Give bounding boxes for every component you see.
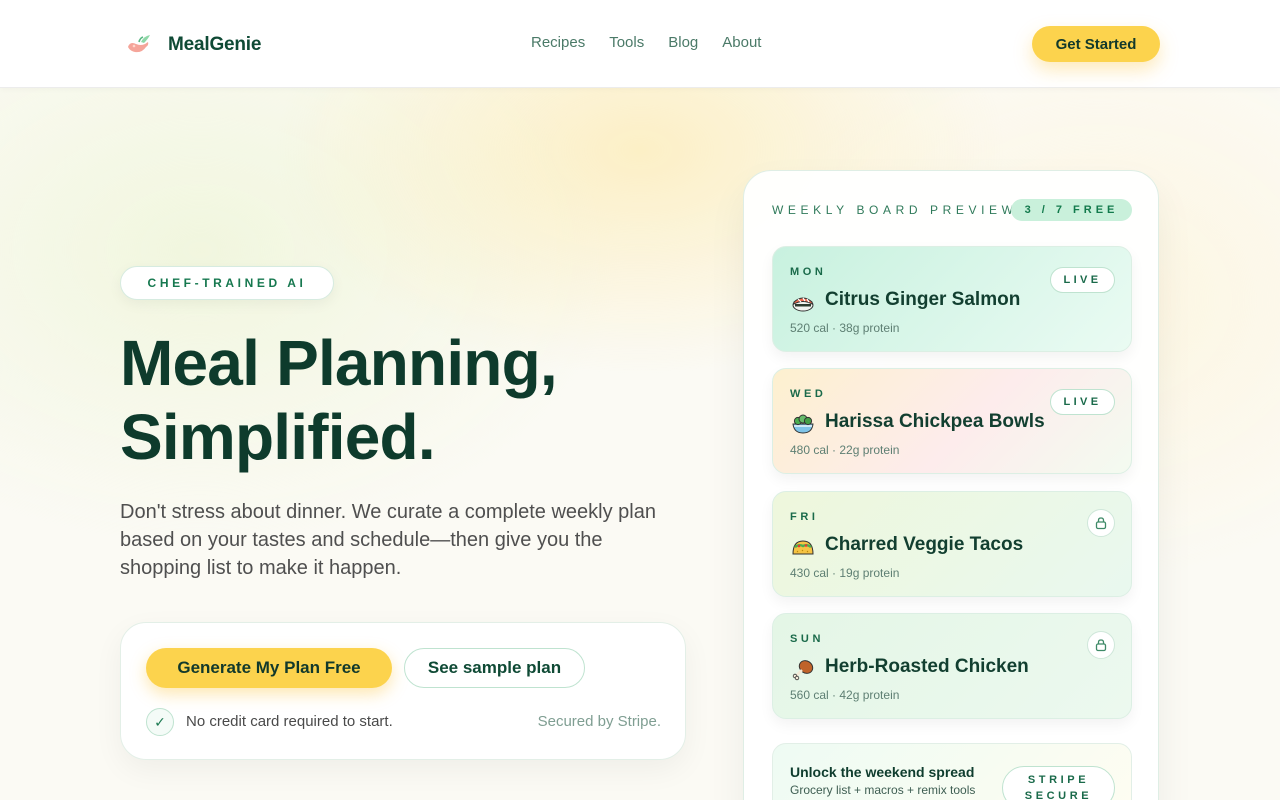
meal-name: Herb-Roasted Chicken xyxy=(825,656,1029,677)
day-card-fri[interactable]: FRI Charred Veggie Tacos 430 cal · 19g p… xyxy=(772,491,1132,597)
nav-recipes[interactable]: Recipes xyxy=(531,34,585,51)
meal-stats: 520 cal · 38g protein xyxy=(790,321,900,335)
day-label: WED xyxy=(790,388,827,400)
meal-name: Citrus Ginger Salmon xyxy=(825,289,1021,310)
no-credit-card-note: No credit card required to start. xyxy=(186,713,393,730)
title-line-2: Simplified. xyxy=(120,401,436,473)
unlock-subtitle: Grocery list + macros + remix tools xyxy=(790,783,976,797)
see-sample-plan-button[interactable]: See sample plan xyxy=(404,648,585,688)
genie-lamp-icon xyxy=(128,35,150,53)
brand-name: MealGenie xyxy=(168,34,262,55)
meal-stats: 480 cal · 22g protein xyxy=(790,443,900,457)
meal-stats: 430 cal · 19g protein xyxy=(790,566,900,580)
day-card-sun[interactable]: SUN Herb-Roasted Chicken 560 cal · 42g p… xyxy=(772,613,1132,719)
nav-tools[interactable]: Tools xyxy=(609,34,644,51)
unlock-weekend-card[interactable]: Unlock the weekend spread Grocery list +… xyxy=(772,743,1132,800)
top-header: MealGenie Recipes Tools Blog About Get S… xyxy=(0,0,1280,88)
main-nav: Recipes Tools Blog About xyxy=(531,34,761,51)
day-card-wed[interactable]: WED Harissa Chickpea Bowls 480 cal · 22g… xyxy=(772,368,1132,474)
title-line-1: Meal Planning, xyxy=(120,327,558,399)
meal-name: Charred Veggie Tacos xyxy=(825,534,1024,555)
chef-trained-badge: CHEF-TRAINED AI xyxy=(120,266,334,300)
check-icon: ✓ xyxy=(146,708,174,736)
board-title: WEEKLY BOARD PREVIEW xyxy=(772,203,1018,217)
unlock-title: Unlock the weekend spread xyxy=(790,764,975,780)
salad-bowl-icon xyxy=(790,411,816,437)
lock-icon[interactable] xyxy=(1087,631,1115,659)
cta-card: Generate My Plan Free See sample plan ✓ … xyxy=(120,622,686,760)
hero-subtitle: Don't stress about dinner. We curate a c… xyxy=(120,501,656,579)
day-card-mon[interactable]: MON Citrus Ginger Salmon 520 cal · 38g p… xyxy=(772,246,1132,352)
day-label: SUN xyxy=(790,633,825,645)
nav-about[interactable]: About xyxy=(722,34,761,51)
day-label: MON xyxy=(790,266,827,278)
page-title: Meal Planning, Simplified. xyxy=(120,326,680,474)
generate-plan-button[interactable]: Generate My Plan Free xyxy=(146,648,392,688)
secured-by-stripe: Secured by Stripe. xyxy=(537,713,661,730)
get-started-button[interactable]: Get Started xyxy=(1032,26,1160,62)
weekly-board-preview: WEEKLY BOARD PREVIEW 3 / 7 FREE MON Citr… xyxy=(743,170,1159,800)
nav-blog[interactable]: Blog xyxy=(668,34,698,51)
brand-logo[interactable]: MealGenie xyxy=(124,30,261,60)
live-badge: LIVE xyxy=(1050,389,1115,415)
live-badge: LIVE xyxy=(1050,267,1115,293)
meal-name: Harissa Chickpea Bowls xyxy=(825,411,1045,432)
free-count-badge: 3 / 7 FREE xyxy=(1011,199,1132,221)
sushi-icon xyxy=(790,289,816,315)
day-label: FRI xyxy=(790,511,819,523)
meal-stats: 560 cal · 42g protein xyxy=(790,688,900,702)
drumstick-icon xyxy=(790,656,816,682)
taco-icon xyxy=(790,534,816,560)
stripe-secure-badge[interactable]: STRIPE SECURE xyxy=(1002,766,1115,800)
lock-icon[interactable] xyxy=(1087,509,1115,537)
